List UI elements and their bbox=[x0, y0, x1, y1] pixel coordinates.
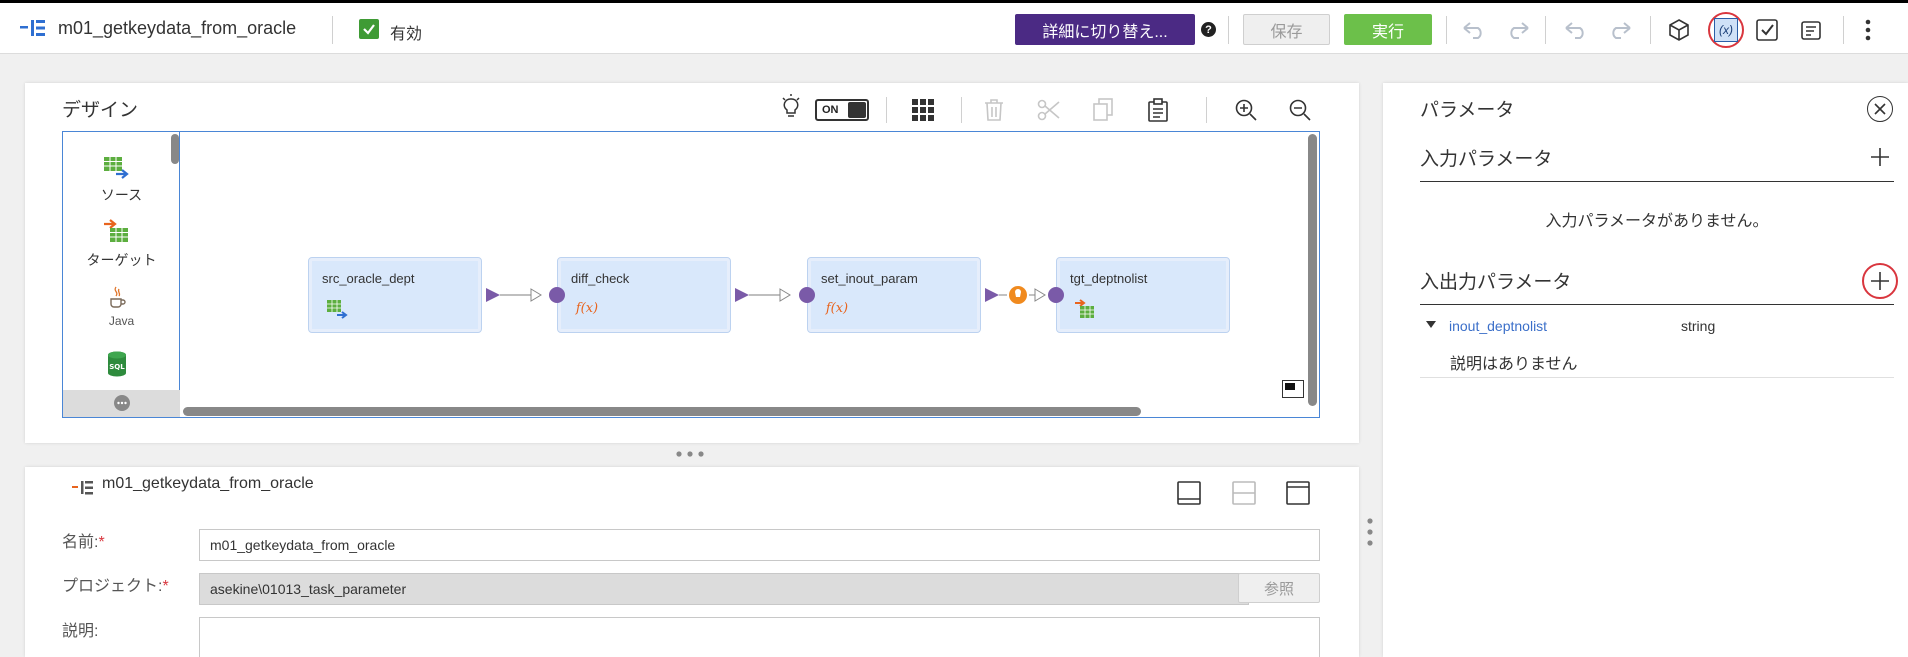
valid-checkbox-icon[interactable] bbox=[359, 19, 379, 39]
copy-icon[interactable] bbox=[1089, 96, 1117, 124]
layout-maximize-icon[interactable] bbox=[1284, 480, 1312, 506]
divider bbox=[1206, 97, 1207, 123]
parameters-icon[interactable]: (x) bbox=[1708, 12, 1744, 48]
expand-caret-icon[interactable] bbox=[1425, 319, 1437, 331]
design-panel: デザイン ON ソース ターゲット Java SQL src_oracle_de… bbox=[25, 83, 1359, 443]
divider bbox=[961, 97, 962, 123]
undo-link-icon[interactable] bbox=[1561, 17, 1591, 43]
divider bbox=[1228, 16, 1229, 44]
project-label: プロジェクト:* bbox=[62, 578, 169, 595]
undo-icon[interactable] bbox=[1459, 17, 1489, 43]
mapping-icon bbox=[72, 479, 94, 497]
input-parameters-empty: 入力パラメータがありません。 bbox=[1545, 213, 1769, 230]
input-parameters-heading: 入力パラメータ bbox=[1420, 149, 1553, 170]
vertical-splitter-handle[interactable] bbox=[1365, 515, 1375, 549]
run-button[interactable]: 実行 bbox=[1344, 14, 1432, 45]
layout-bottom-icon[interactable] bbox=[1175, 480, 1203, 506]
design-canvas: ソース ターゲット Java SQL src_oracle_dept diff_… bbox=[62, 131, 1320, 418]
zoom-out-icon[interactable] bbox=[1286, 96, 1314, 124]
switch-details-button[interactable]: 詳細に切り替え... bbox=[1015, 14, 1195, 45]
row-divider bbox=[1420, 377, 1894, 378]
layout-split-icon[interactable] bbox=[1230, 480, 1258, 506]
canvas-vertical-scrollbar[interactable] bbox=[1308, 134, 1317, 406]
divider bbox=[1650, 16, 1651, 44]
parameters-panel: パラメータ 入力パラメータ 入力パラメータがありません。 入出力パラメータ in… bbox=[1383, 83, 1908, 657]
canvas-horizontal-scrollbar[interactable] bbox=[183, 407, 1141, 416]
section-divider bbox=[1420, 304, 1894, 305]
required-mark: * bbox=[98, 534, 105, 551]
horizontal-splitter-handle[interactable] bbox=[673, 449, 707, 459]
delete-icon[interactable] bbox=[980, 96, 1008, 124]
browse-button[interactable]: 参照 bbox=[1238, 573, 1320, 603]
link-1[interactable] bbox=[486, 287, 565, 303]
mapping-icon bbox=[20, 17, 46, 39]
project-field: asekine\01013_task_parameter bbox=[199, 573, 1249, 605]
auto-arrange-toggle[interactable]: ON bbox=[815, 99, 869, 121]
grid-arrange-icon[interactable] bbox=[909, 96, 937, 124]
redo-link-icon[interactable] bbox=[1605, 17, 1635, 43]
overview-map-icon[interactable] bbox=[1282, 380, 1304, 398]
required-mark: * bbox=[162, 578, 169, 595]
close-icon[interactable] bbox=[1867, 96, 1893, 122]
design-title: デザイン bbox=[62, 100, 139, 121]
divider bbox=[1843, 16, 1844, 44]
section-divider bbox=[1420, 181, 1894, 182]
name-label: 名前:* bbox=[62, 534, 105, 551]
link-lines bbox=[486, 286, 1064, 304]
validate-icon[interactable] bbox=[1753, 16, 1781, 44]
link-3[interactable] bbox=[985, 286, 1064, 304]
more-options-icon[interactable] bbox=[1858, 16, 1878, 44]
parameter-name-link[interactable]: inout_deptnolist bbox=[1449, 318, 1547, 334]
properties-panel: m01_getkeydata_from_oracle 名前:* m01_getk… bbox=[25, 467, 1359, 657]
inout-parameters-heading: 入出力パラメータ bbox=[1420, 272, 1572, 293]
zoom-in-icon[interactable] bbox=[1232, 96, 1260, 124]
toggle-knob bbox=[848, 102, 866, 118]
parameter-description: 説明はありません bbox=[1450, 356, 1578, 373]
top-toolbar: m01_getkeydata_from_oracle 有効 詳細に切り替え...… bbox=[0, 0, 1908, 54]
divider bbox=[1545, 16, 1546, 44]
paste-icon[interactable] bbox=[1144, 96, 1172, 124]
lightbulb-icon bbox=[780, 93, 802, 121]
divider bbox=[886, 97, 887, 123]
properties-icon[interactable] bbox=[1797, 16, 1825, 44]
add-inout-parameter-icon[interactable] bbox=[1862, 263, 1898, 299]
properties-title: m01_getkeydata_from_oracle bbox=[102, 475, 314, 492]
cut-icon[interactable] bbox=[1035, 96, 1063, 124]
toggle-label: ON bbox=[822, 104, 839, 116]
link-2[interactable] bbox=[735, 287, 815, 303]
parameters-title: パラメータ bbox=[1420, 100, 1515, 121]
redo-icon[interactable] bbox=[1503, 17, 1533, 43]
mapping-title: m01_getkeydata_from_oracle bbox=[58, 18, 297, 38]
description-field[interactable] bbox=[199, 617, 1320, 657]
divider bbox=[1446, 16, 1447, 44]
add-input-parameter-icon[interactable] bbox=[1869, 146, 1891, 168]
valid-label: 有効 bbox=[390, 26, 423, 43]
divider bbox=[332, 16, 333, 44]
save-button[interactable]: 保存 bbox=[1243, 14, 1330, 45]
help-icon[interactable]: ? bbox=[1201, 22, 1216, 37]
parameter-type: string bbox=[1681, 318, 1716, 334]
cube-icon[interactable] bbox=[1665, 16, 1693, 44]
name-field[interactable]: m01_getkeydata_from_oracle bbox=[199, 529, 1320, 561]
description-label: 説明: bbox=[62, 623, 99, 640]
